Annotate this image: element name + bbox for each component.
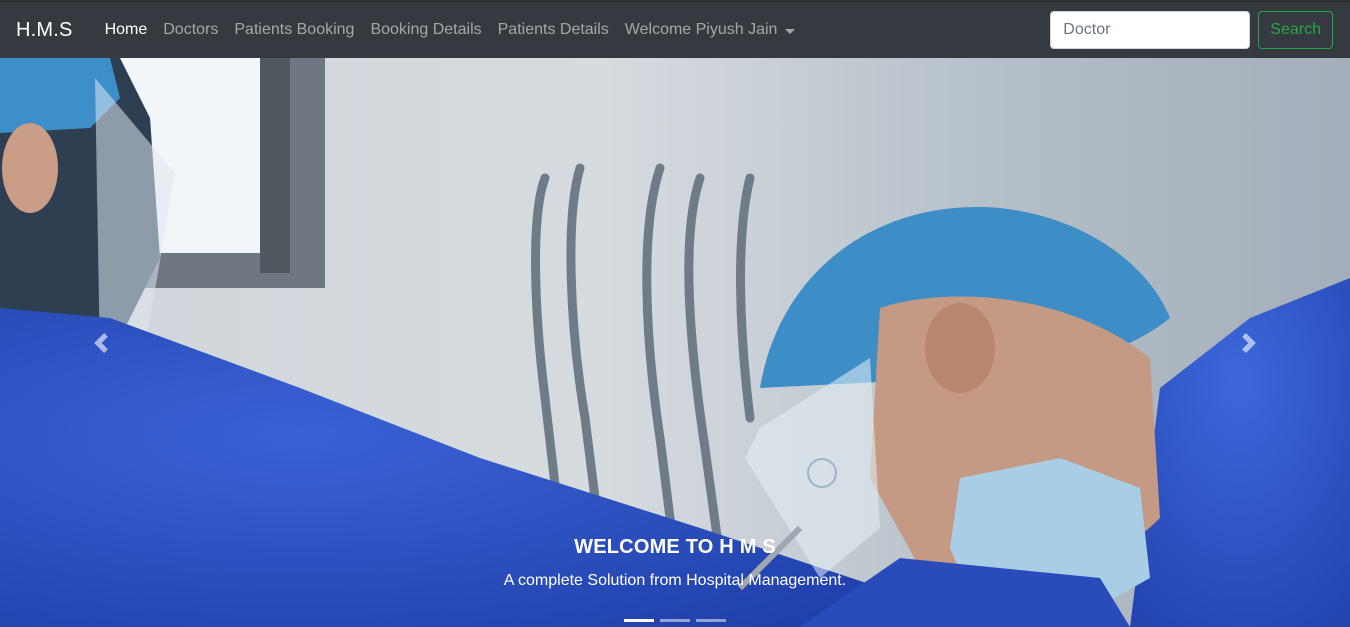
carousel-indicators [0, 619, 1350, 622]
search-form: Search [1050, 11, 1333, 49]
nav-links: Home Doctors Patients Booking Booking De… [97, 21, 804, 39]
caption-text: A complete Solution from Hospital Manage… [503, 572, 847, 589]
search-button[interactable]: Search [1258, 11, 1333, 49]
carousel-indicator-2[interactable] [660, 619, 690, 622]
caret-down-icon [785, 28, 796, 34]
brand-logo[interactable]: H.M.S [16, 19, 73, 42]
user-menu-label: Welcome Piyush Jain [624, 21, 778, 38]
user-menu-dropdown[interactable]: Welcome Piyush Jain [617, 21, 804, 39]
chevron-right-icon [1241, 332, 1256, 353]
carousel-indicator-3[interactable] [696, 619, 726, 622]
nav-home-link[interactable]: Home [97, 21, 156, 39]
carousel-indicator-1[interactable] [624, 619, 654, 622]
carousel-caption: WELCOME TO H M S A complete Solution fro… [0, 536, 1350, 590]
hero-carousel: WELCOME TO H M S A complete Solution fro… [0, 58, 1350, 627]
nav-doctors-link[interactable]: Doctors [155, 21, 226, 39]
navbar: H.M.S Home Doctors Patients Booking Book… [0, 2, 1350, 58]
chevron-left-icon [94, 332, 109, 353]
search-input[interactable] [1050, 11, 1251, 49]
nav-patients-details-link[interactable]: Patients Details [490, 21, 617, 39]
nav-booking-details-link[interactable]: Booking Details [362, 21, 489, 39]
nav-patients-booking-link[interactable]: Patients Booking [226, 21, 362, 39]
caption-title: WELCOME TO H M S [574, 536, 776, 558]
